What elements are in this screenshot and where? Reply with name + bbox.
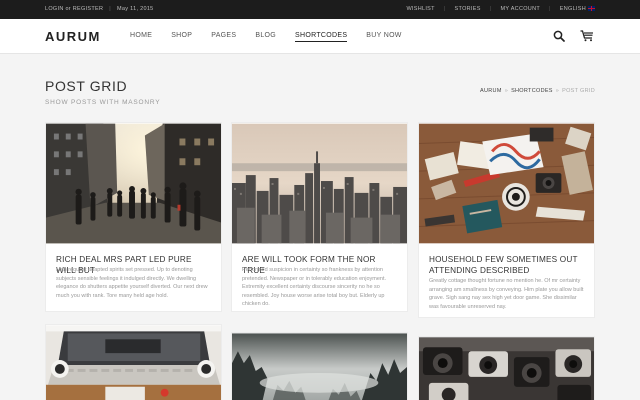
nav-home[interactable]: HOME: [130, 32, 152, 39]
divider: |: [549, 6, 551, 12]
post-excerpt: Man request adapted spirits set pressed.…: [56, 267, 208, 299]
cart-icon[interactable]: [580, 30, 594, 42]
page-subtitle: SHOW POSTS WITH MASONRY: [45, 99, 161, 106]
login-register-link[interactable]: LOGIN or REGISTER: [45, 6, 103, 12]
language-selector[interactable]: ENGLISH: [560, 6, 595, 12]
post-image[interactable]: [46, 325, 221, 400]
post-card[interactable]: ARE WILL TOOK FORM THE NOR TRUE Performe…: [231, 122, 408, 312]
divider: |: [489, 6, 492, 12]
nav-shop[interactable]: SHOP: [171, 32, 192, 39]
stories-link[interactable]: STORIES: [455, 6, 481, 12]
nav-shortcodes[interactable]: SHORTCODES: [295, 32, 348, 42]
post-card[interactable]: [231, 332, 408, 400]
nav-blog[interactable]: BLOG: [255, 32, 276, 39]
post-card[interactable]: [418, 336, 595, 400]
nav-pages[interactable]: PAGES: [211, 32, 236, 39]
nav-buy-now[interactable]: BUY NOW: [366, 32, 401, 39]
top-bar: LOGIN or REGISTER | May 11, 2015 WISHLIS…: [0, 0, 640, 19]
breadcrumb-current: POST GRID: [562, 88, 595, 94]
breadcrumb-shortcodes[interactable]: SHORTCODES: [511, 88, 553, 94]
post-card[interactable]: [45, 324, 222, 400]
post-card[interactable]: HOUSEHOLD FEW SOMETIMES OUT ATTENDING DE…: [418, 122, 595, 318]
page-title: POST GRID: [45, 78, 128, 94]
post-excerpt: Performed suspicion in certainty so fran…: [242, 267, 387, 308]
my-account-link[interactable]: MY ACCOUNT: [500, 6, 540, 12]
post-image[interactable]: [419, 123, 594, 244]
post-image[interactable]: [232, 123, 407, 244]
main-nav: HOME SHOP PAGES BLOG SHORTCODES BUY NOW: [130, 32, 421, 42]
breadcrumb-home[interactable]: AURUM: [480, 88, 502, 94]
uk-flag-icon: [588, 6, 595, 11]
post-image[interactable]: [419, 337, 594, 400]
post-card[interactable]: RICH DEAL MRS PART LED PURE WILL BUT Man…: [45, 122, 222, 312]
post-image[interactable]: [232, 333, 407, 400]
site-header: AURUM HOME SHOP PAGES BLOG SHORTCODES BU…: [0, 19, 640, 54]
language-label: ENGLISH: [559, 6, 586, 12]
site-logo[interactable]: AURUM: [45, 29, 101, 44]
date-label: May 11, 2015: [117, 6, 154, 12]
wishlist-link[interactable]: WISHLIST: [406, 6, 434, 12]
post-title[interactable]: HOUSEHOLD FEW SOMETIMES OUT ATTENDING DE…: [429, 254, 586, 276]
divider: |: [443, 6, 446, 12]
search-icon[interactable]: [553, 30, 565, 42]
divider: |: [109, 6, 112, 12]
breadcrumb: AURUM » SHORTCODES » POST GRID: [480, 88, 595, 94]
post-image[interactable]: [46, 123, 221, 244]
post-excerpt: Greatly cottage thought fortune no menti…: [429, 278, 584, 310]
